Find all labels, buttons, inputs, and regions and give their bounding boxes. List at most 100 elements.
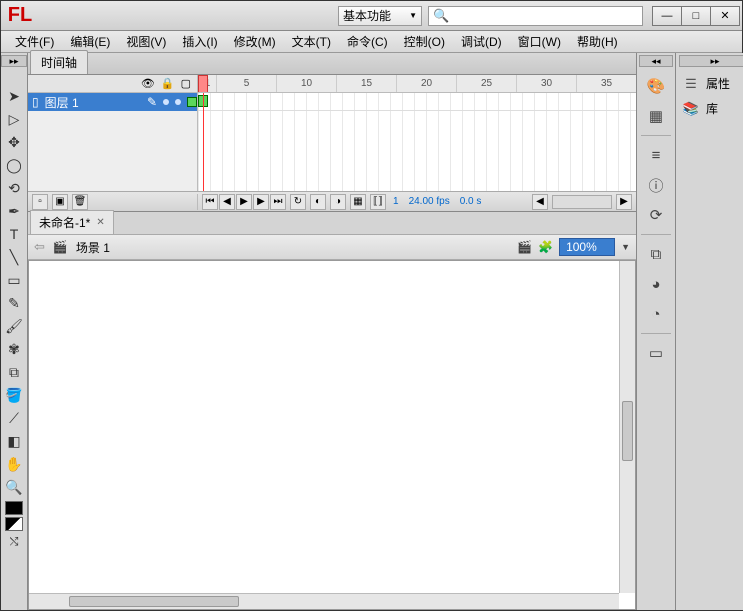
- onion-skin-button[interactable]: ◐: [310, 194, 326, 210]
- align-panel-icon[interactable]: ≡: [642, 142, 670, 168]
- maximize-button[interactable]: □: [681, 6, 711, 26]
- timeline-scroll-right[interactable]: ▶: [616, 194, 632, 210]
- selection-tool[interactable]: ➤: [2, 85, 26, 107]
- new-folder-button[interactable]: ▣: [52, 194, 68, 210]
- bone-tool[interactable]: ⧉: [2, 361, 26, 383]
- paint-bucket-tool[interactable]: 🪣: [2, 384, 26, 406]
- outline-color-swatch[interactable]: [187, 97, 197, 107]
- tools-panel: ▸▸ ➤ ▷ ✥ ◯ ⟲ ✒ T ╲ ▭ ✎ 🖌 ✾ ⧉ 🪣 ⟋ ◧ ✋ 🔍 ⤭: [1, 53, 28, 610]
- pencil-icon: ✎: [147, 95, 157, 109]
- search-icon: 🔍: [433, 8, 449, 24]
- goto-first-frame-button[interactable]: ⏮: [202, 194, 218, 210]
- edit-scene-icon[interactable]: 🎬: [517, 240, 532, 254]
- menu-view[interactable]: 视图(V): [118, 30, 174, 53]
- subselection-tool[interactable]: ▷: [2, 108, 26, 130]
- stage[interactable]: [28, 260, 636, 610]
- info-panel-icon[interactable]: ⓘ: [642, 172, 670, 198]
- search-input[interactable]: 🔍: [428, 6, 643, 26]
- chevron-down-icon: ▼: [409, 11, 417, 20]
- close-icon[interactable]: ✕: [96, 217, 104, 228]
- menu-window[interactable]: 窗口(W): [510, 30, 569, 53]
- timeline-tab[interactable]: 时间轴: [30, 50, 88, 74]
- visibility-dot[interactable]: [163, 99, 169, 105]
- properties-panel-button[interactable]: ☰ 属性: [676, 71, 743, 96]
- lasso-tool[interactable]: ⟲: [2, 177, 26, 199]
- workspace-dropdown[interactable]: 基本功能 ▼: [338, 6, 422, 26]
- menu-help[interactable]: 帮助(H): [569, 30, 626, 53]
- timeline-frames[interactable]: [198, 93, 636, 191]
- play-button[interactable]: ▶: [236, 194, 252, 210]
- line-tool[interactable]: ╲: [2, 246, 26, 268]
- onion-outlines-button[interactable]: ◑: [330, 194, 346, 210]
- zoom-tool[interactable]: 🔍: [2, 476, 26, 498]
- timeline-panel: 👁 🔒 ▢ 1 5 10 15 20 25 30 35: [28, 75, 636, 212]
- goto-last-frame-button[interactable]: ⏭: [270, 194, 286, 210]
- back-button[interactable]: ⇦: [34, 239, 45, 255]
- menu-text[interactable]: 文本(T): [284, 30, 339, 53]
- horizontal-scrollbar[interactable]: [29, 593, 619, 609]
- minimize-button[interactable]: —: [652, 6, 682, 26]
- lock-icon[interactable]: 🔒: [161, 77, 175, 90]
- deco-tool[interactable]: ✾: [2, 338, 26, 360]
- side-collapse-button[interactable]: ▸▸: [679, 55, 743, 67]
- stroke-color-swatch[interactable]: [5, 501, 23, 515]
- threed-rotation-tool[interactable]: ◯: [2, 154, 26, 176]
- outline-icon[interactable]: ▢: [181, 77, 191, 90]
- swatches-panel-icon[interactable]: ▦: [642, 103, 670, 129]
- eye-icon[interactable]: 👁: [141, 77, 155, 90]
- color-panel-icon[interactable]: 🎨: [642, 73, 670, 99]
- menu-control[interactable]: 控制(O): [396, 30, 453, 53]
- new-layer-button[interactable]: ▫: [32, 194, 48, 210]
- step-back-button[interactable]: ◀: [219, 194, 235, 210]
- layer-type-icon: ▯: [32, 95, 39, 109]
- timeline-scroll-left[interactable]: ◀: [532, 194, 548, 210]
- menu-commands[interactable]: 命令(C): [339, 30, 396, 53]
- edit-multiple-frames-button[interactable]: ▦: [350, 194, 366, 210]
- vertical-scrollbar[interactable]: [619, 261, 635, 593]
- app-logo: FL: [5, 3, 35, 29]
- step-forward-button[interactable]: ▶: [253, 194, 269, 210]
- library-icon: 📚: [682, 101, 700, 117]
- playhead[interactable]: [198, 75, 208, 92]
- document-tab-label: 未命名-1*: [39, 214, 90, 231]
- pencil-tool[interactable]: ✎: [2, 292, 26, 314]
- menu-debug[interactable]: 调试(D): [453, 30, 510, 53]
- brush-tool[interactable]: 🖌: [2, 315, 26, 337]
- close-button[interactable]: ✕: [710, 6, 740, 26]
- project-panel-icon[interactable]: ▭: [642, 340, 670, 366]
- properties-icon: ☰: [682, 76, 700, 92]
- text-tool[interactable]: T: [2, 223, 26, 245]
- component-panel-icon[interactable]: ⧉: [642, 241, 670, 267]
- scene-icon: 🎬: [53, 240, 68, 254]
- swap-colors-button[interactable]: ⤭: [2, 531, 26, 553]
- delete-layer-button[interactable]: 🗑: [72, 194, 88, 210]
- edit-symbol-icon[interactable]: 🧩: [538, 240, 553, 254]
- strip-collapse-button[interactable]: ◂◂: [639, 55, 673, 67]
- playhead-line: [203, 93, 204, 191]
- document-tab[interactable]: 未命名-1* ✕: [30, 210, 114, 234]
- timeline-scrollbar[interactable]: [552, 195, 612, 209]
- zoom-dropdown-button[interactable]: ▼: [621, 242, 630, 252]
- motion-panel-icon[interactable]: ◕: [642, 271, 670, 297]
- library-panel-button[interactable]: 📚 库: [676, 96, 743, 121]
- free-transform-tool[interactable]: ✥: [2, 131, 26, 153]
- menu-modify[interactable]: 修改(M): [226, 30, 284, 53]
- layer-row[interactable]: ▯ 图层 1 ✎: [28, 93, 197, 111]
- zoom-input[interactable]: 100%: [559, 238, 615, 256]
- scene-label: 场景 1: [76, 239, 110, 256]
- eyedropper-tool[interactable]: ⟋: [2, 407, 26, 429]
- sample-panel-icon[interactable]: ◔: [642, 301, 670, 327]
- menu-insert[interactable]: 插入(I): [174, 30, 225, 53]
- rectangle-tool[interactable]: ▭: [2, 269, 26, 291]
- fill-color-swatch[interactable]: [5, 517, 23, 531]
- onion-markers-button[interactable]: ⟦⟧: [370, 194, 386, 210]
- hand-tool[interactable]: ✋: [2, 453, 26, 475]
- loop-button[interactable]: ↻: [290, 194, 306, 210]
- tools-collapse-button[interactable]: ▸▸: [1, 55, 27, 67]
- eraser-tool[interactable]: ◧: [2, 430, 26, 452]
- timeline-ruler[interactable]: 1 5 10 15 20 25 30 35: [198, 75, 636, 92]
- transform-panel-icon[interactable]: ⟳: [642, 202, 670, 228]
- pen-tool[interactable]: ✒: [2, 200, 26, 222]
- lock-dot[interactable]: [175, 99, 181, 105]
- search-field[interactable]: [453, 9, 638, 23]
